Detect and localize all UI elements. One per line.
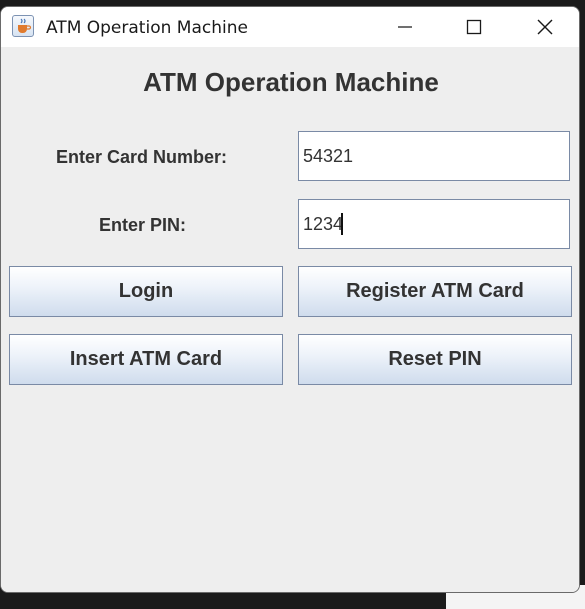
java-cup-icon bbox=[12, 15, 34, 37]
main-panel: ATM Operation Machine Enter Card Number:… bbox=[1, 47, 579, 592]
card-number-input[interactable] bbox=[298, 131, 570, 181]
text-caret bbox=[341, 213, 343, 235]
window-title: ATM Operation Machine bbox=[46, 18, 248, 38]
app-window: ATM Operation Machine ATM Operation Mach… bbox=[0, 6, 580, 593]
login-button[interactable]: Login bbox=[9, 266, 283, 317]
title-bar: ATM Operation Machine bbox=[1, 7, 579, 47]
pin-label: Enter PIN: bbox=[99, 215, 187, 235]
close-icon bbox=[537, 19, 553, 35]
register-atm-card-button[interactable]: Register ATM Card bbox=[298, 266, 572, 317]
insert-atm-card-button[interactable]: Insert ATM Card bbox=[9, 334, 283, 385]
maximize-button[interactable] bbox=[451, 7, 497, 47]
minimize-icon bbox=[398, 26, 412, 28]
close-button[interactable] bbox=[522, 7, 568, 47]
card-number-label: Enter Card Number: bbox=[56, 147, 228, 167]
page-title: ATM Operation Machine bbox=[143, 67, 439, 97]
maximize-icon bbox=[466, 19, 482, 35]
reset-pin-button[interactable]: Reset PIN bbox=[298, 334, 572, 385]
minimize-button[interactable] bbox=[382, 7, 428, 47]
pin-input[interactable] bbox=[298, 199, 570, 249]
